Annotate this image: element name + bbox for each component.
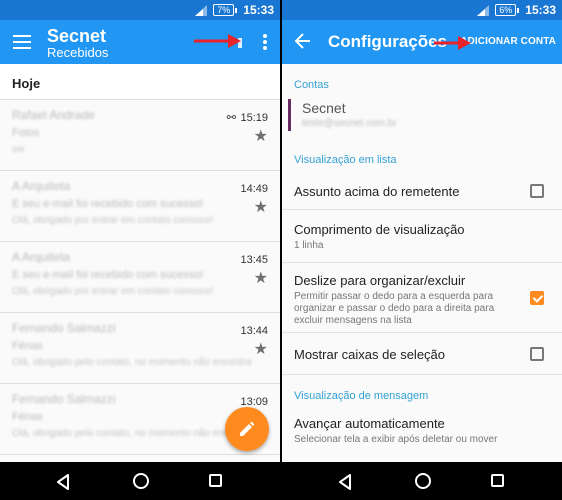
auto-advance-setting[interactable]: Avançar automaticamente Selecionar tela … (282, 408, 562, 448)
overflow-menu-icon[interactable] (262, 34, 268, 50)
star-icon[interactable]: ★ (254, 126, 268, 146)
message-preview: sw (12, 144, 25, 155)
status-bar: 6% 15:33 (282, 0, 562, 20)
message-sender: A Arquiteta (12, 179, 71, 193)
inbox-screen: 7% 15:33 Secnet Recebidos Hoje Rafael An… (0, 0, 280, 500)
swipe-setting[interactable]: Deslize para organizar/excluir Permitir … (282, 263, 562, 333)
account-title: Secnet (47, 26, 107, 46)
setting-title: Assunto acima do remetente (294, 184, 460, 199)
message-preview: Olá, obrigado pelo contato, no momento n… (12, 357, 252, 368)
battery-icon: 6% (495, 4, 520, 16)
signal-icon (195, 4, 208, 16)
account-email: teste@secnet.com.br (302, 118, 397, 129)
back-nav-icon[interactable] (338, 474, 352, 490)
message-time: 15:19 (240, 112, 268, 124)
signal-icon (477, 4, 490, 16)
battery-level: 7% (213, 4, 235, 16)
show-checkboxes-setting[interactable]: Mostrar caixas de seleção (282, 333, 562, 375)
message-subject: Fotos (12, 127, 40, 139)
list-view-category: Visualização em lista (294, 154, 397, 166)
setting-value: 1 linha (294, 240, 324, 251)
pencil-icon (240, 421, 255, 436)
message-item[interactable]: Rafael Andrade Fotos sw ⚯ 15:19 ★ (0, 100, 280, 171)
compose-button[interactable] (225, 407, 269, 451)
message-subject: E seu e-mail foi recebido com sucesso! (12, 269, 204, 281)
star-icon[interactable]: ★ (254, 197, 268, 217)
message-item[interactable]: Fernando Salmazzi Fénas Olá, obrigado pe… (0, 313, 280, 384)
setting-description: Selecionar tela a exibir após deletar ou… (294, 434, 498, 445)
setting-title: Comprimento de visualização (294, 222, 465, 237)
status-time: 15:33 (243, 3, 274, 17)
subject-above-setting[interactable]: Assunto acima do remetente (282, 172, 562, 210)
account-name: Secnet (302, 100, 346, 116)
message-list: Rafael Andrade Fotos sw ⚯ 15:19 ★ A Arqu… (0, 100, 280, 455)
message-sender: A Arquiteta (12, 250, 71, 264)
status-time: 15:33 (525, 3, 556, 17)
setting-title: Deslize para organizar/excluir (294, 273, 466, 288)
message-subject: Fénas (12, 340, 43, 352)
message-time: 13:44 (240, 325, 268, 337)
message-preview: Olá, obrigado por entrar em contato cono… (12, 286, 214, 297)
settings-app-bar: Configurações ADICIONAR CONTA (282, 20, 562, 64)
settings-screen: 6% 15:33 Configurações ADICIONAR CONTA C… (282, 0, 562, 500)
red-arrow-icon (194, 34, 241, 48)
message-time: 14:49 (240, 183, 268, 195)
battery-icon: 7% (213, 4, 238, 16)
recents-nav-icon[interactable] (491, 474, 504, 487)
star-icon[interactable]: ★ (254, 339, 268, 359)
star-icon[interactable]: ★ (254, 268, 268, 288)
setting-title: Avançar automaticamente (294, 416, 445, 431)
settings-list: Contas Secnet teste@secnet.com.br Visual… (282, 64, 562, 448)
message-preview: Olá, obrigado por entrar em contato cono… (12, 215, 214, 226)
page-title: Configurações (328, 32, 448, 51)
attachment-icon: ⚯ (226, 112, 236, 124)
message-item[interactable]: A Arquiteta E seu e-mail foi recebido co… (0, 242, 280, 313)
folder-title: Recebidos (47, 45, 109, 60)
account-item[interactable]: Secnet teste@secnet.com.br (282, 97, 562, 139)
add-account-button[interactable]: ADICIONAR CONTA (460, 36, 556, 47)
account-color-bar (288, 99, 291, 131)
home-nav-icon[interactable] (133, 473, 149, 489)
subject-above-checkbox[interactable] (530, 184, 544, 198)
system-nav-bar (0, 462, 280, 500)
system-nav-bar (282, 462, 562, 500)
message-item[interactable]: A Arquiteta E seu e-mail foi recebido co… (0, 171, 280, 242)
message-time: 13:45 (240, 254, 268, 266)
message-sender: Fernando Salmazzi (12, 392, 116, 406)
date-section-header: Hoje (0, 64, 280, 100)
show-checkboxes-checkbox[interactable] (530, 347, 544, 361)
menu-icon[interactable] (13, 35, 31, 49)
setting-description: Permitir passar o dedo para a esquerda p… (294, 291, 495, 326)
battery-level: 6% (495, 4, 517, 16)
setting-title: Mostrar caixas de seleção (294, 347, 446, 362)
back-arrow-icon[interactable] (294, 32, 312, 50)
accounts-category: Contas (294, 79, 329, 91)
message-sender: Fernando Salmazzi (12, 321, 116, 335)
back-nav-icon[interactable] (56, 474, 70, 490)
message-subject: E seu e-mail foi recebido com sucesso! (12, 198, 204, 210)
recents-nav-icon[interactable] (209, 474, 222, 487)
swipe-checkbox[interactable] (530, 291, 544, 305)
red-arrow-icon (434, 36, 471, 50)
message-view-category: Visualização de mensagem (294, 390, 429, 402)
home-nav-icon[interactable] (415, 473, 431, 489)
preview-length-setting[interactable]: Comprimento de visualização 1 linha (282, 210, 562, 263)
status-bar: 7% 15:33 (0, 0, 280, 20)
message-preview: Olá, obrigado pelo contato, no momento n… (12, 428, 252, 439)
